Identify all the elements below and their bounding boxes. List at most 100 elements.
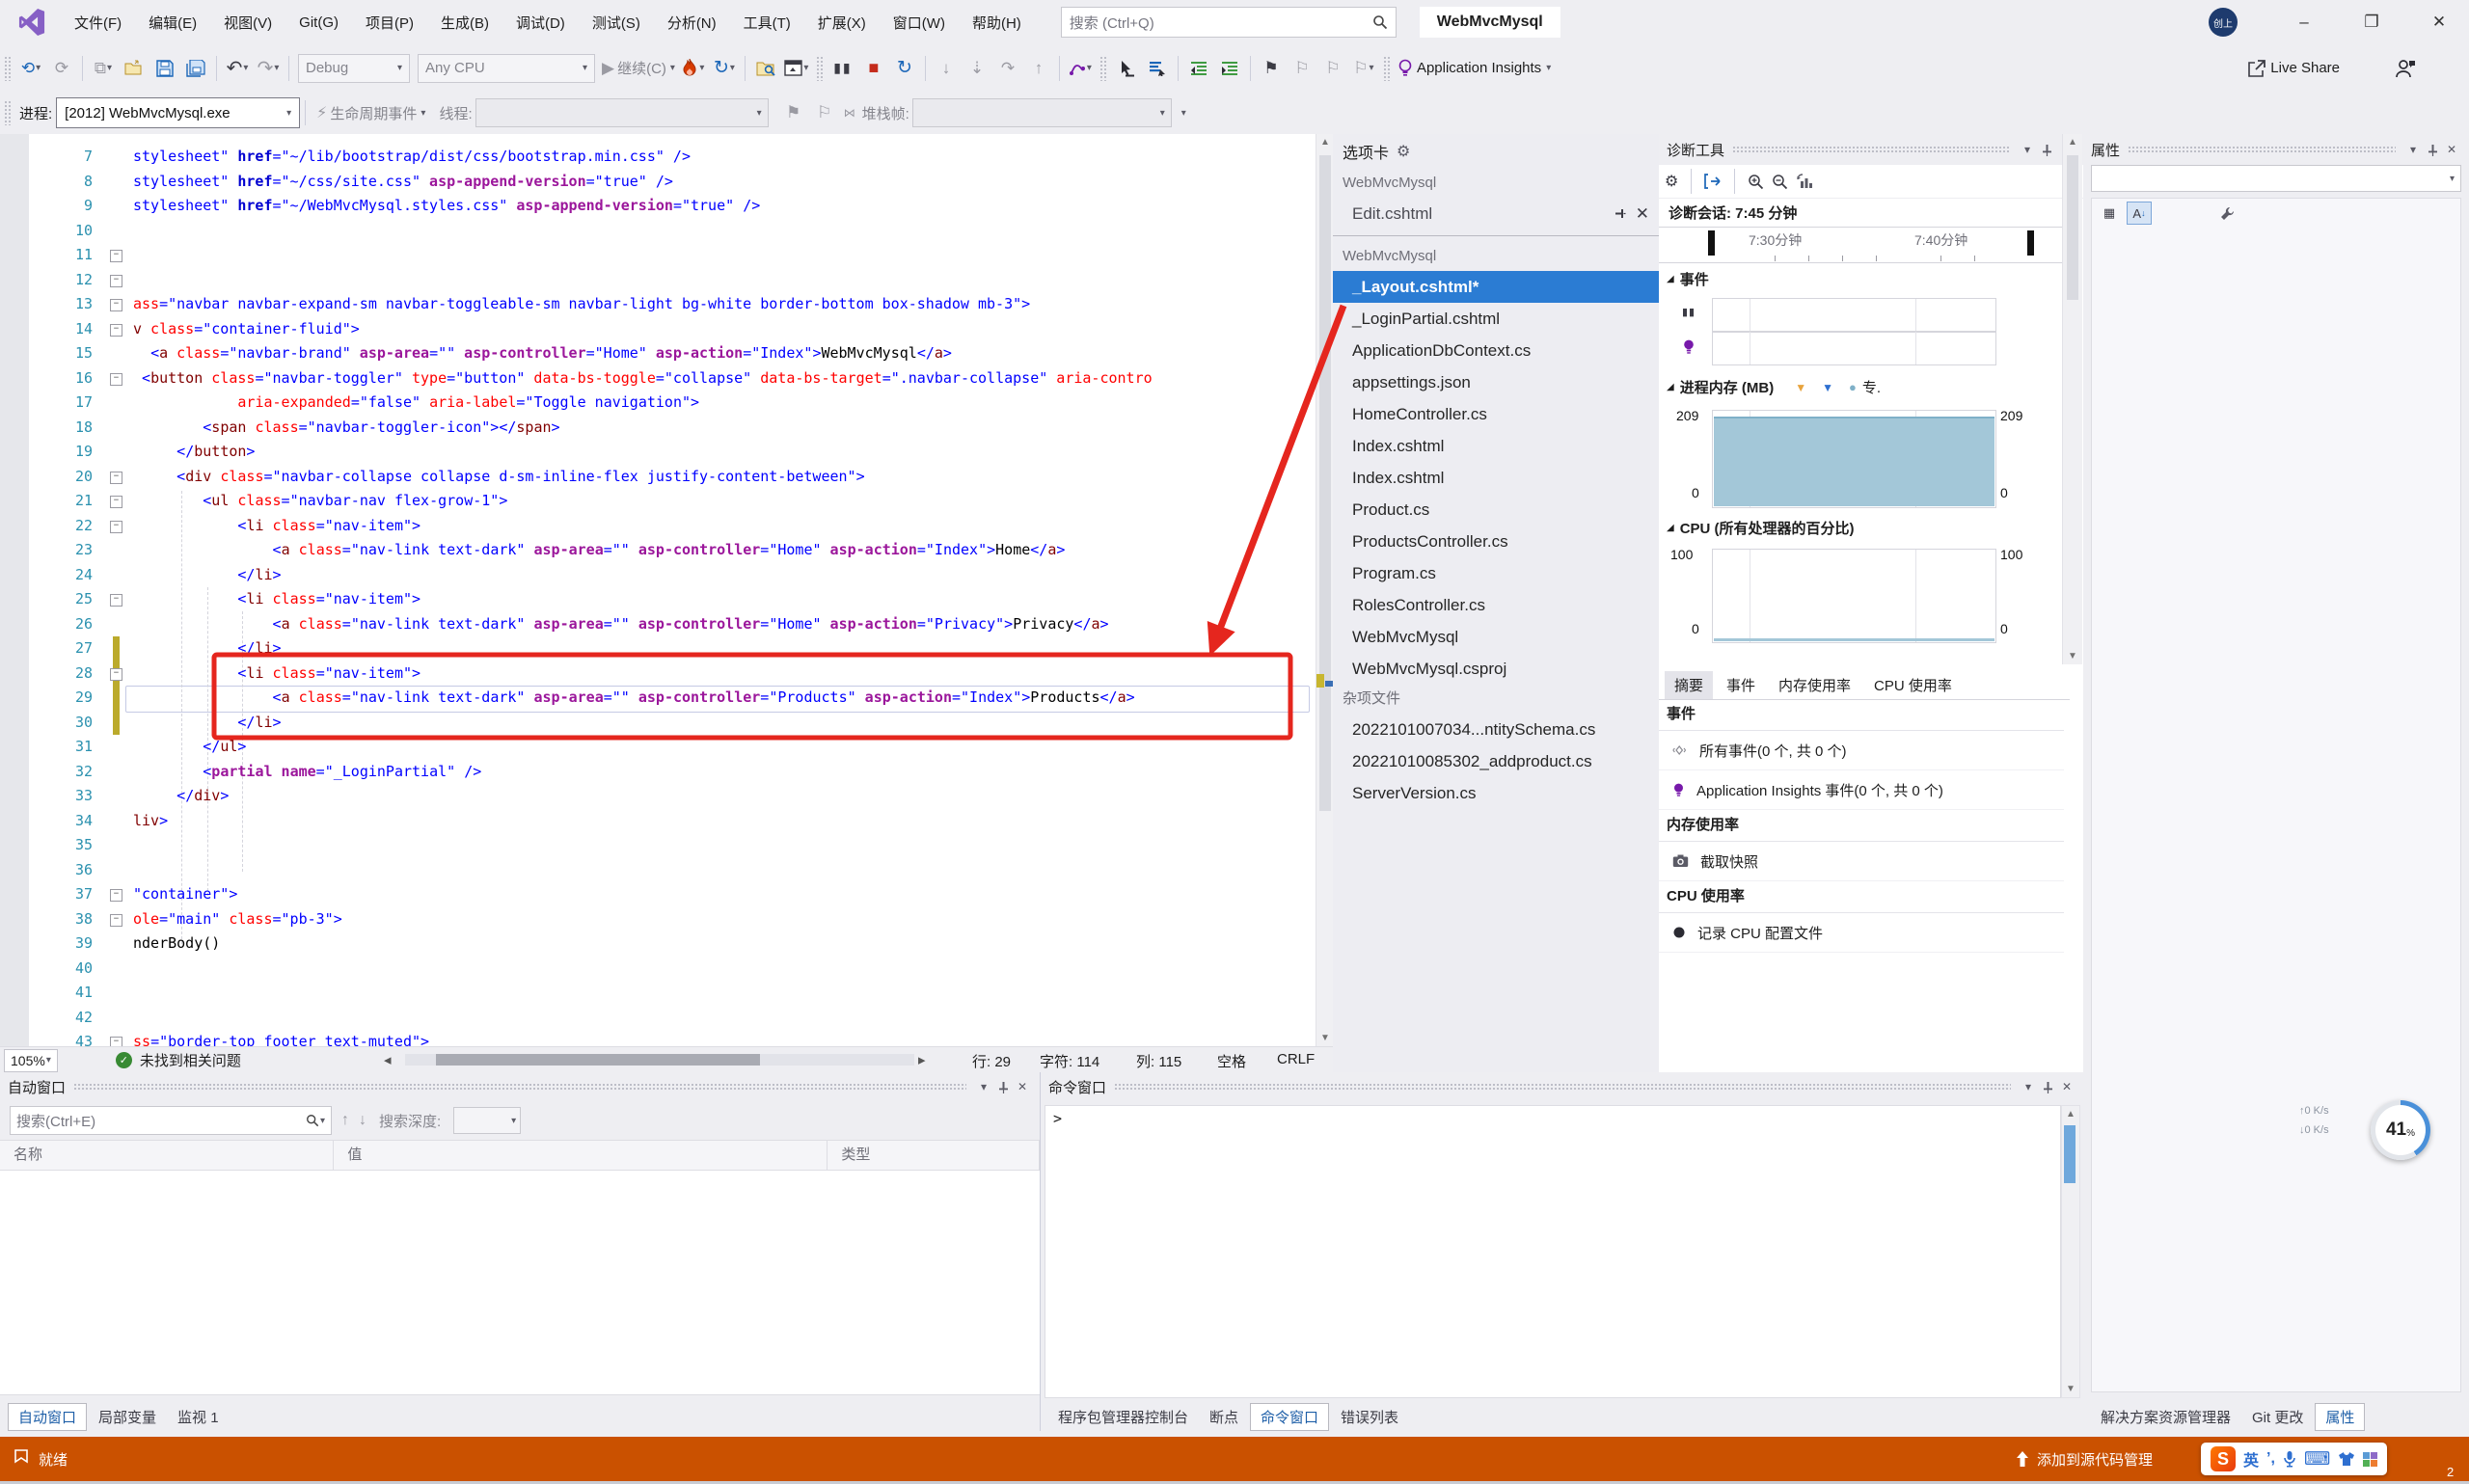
- close-icon[interactable]: ✕: [1013, 1077, 1032, 1096]
- document-tab[interactable]: ProductsController.cs: [1333, 526, 1659, 557]
- keyboard-icon[interactable]: ⌨: [2304, 1448, 2330, 1471]
- code-line[interactable]: 38−ole="main" class="pb-3">: [0, 907, 1333, 932]
- code-line[interactable]: 28−<li class="nav-item">: [0, 661, 1333, 687]
- cpu-chart[interactable]: [1712, 549, 1996, 643]
- close-button[interactable]: ✕: [2417, 0, 2461, 43]
- diagnostics-tab-0[interactable]: 摘要: [1665, 671, 1713, 699]
- diagnostics-tab-3[interactable]: CPU 使用率: [1864, 671, 1962, 699]
- tool-tab-1[interactable]: 断点: [1200, 1404, 1248, 1430]
- dock-tab-2[interactable]: 属性: [2315, 1403, 2365, 1431]
- code-line[interactable]: 11−: [0, 243, 1333, 268]
- window-menu-icon[interactable]: ▾: [2019, 1077, 2038, 1096]
- hot-reload-button[interactable]: ▾: [678, 54, 709, 83]
- memory-chart[interactable]: [1712, 410, 1996, 508]
- editor-zoom-combobox[interactable]: 105% ▾: [4, 1049, 58, 1072]
- code-line[interactable]: 25−<li class="nav-item">: [0, 587, 1333, 612]
- increase-indent-button[interactable]: [1214, 54, 1245, 83]
- document-tab[interactable]: Product.cs: [1333, 494, 1659, 526]
- toolbar-grip[interactable]: [4, 100, 12, 125]
- window-menu-icon[interactable]: ▾: [2018, 140, 2037, 159]
- application-insights-button[interactable]: Application Insights ▾: [1395, 54, 1554, 83]
- code-line[interactable]: 27</li>: [0, 636, 1333, 661]
- code-line[interactable]: 9stylesheet" href="~/WebMvcMysql.styles.…: [0, 194, 1333, 219]
- menu-item-s[interactable]: 测试(S): [580, 9, 653, 37]
- scroll-down-icon[interactable]: ▼: [2063, 648, 2082, 664]
- scroll-up-icon[interactable]: ▲: [1316, 134, 1334, 150]
- fold-collapse-icon[interactable]: −: [110, 668, 122, 681]
- menu-item-v[interactable]: 视图(V): [211, 9, 285, 37]
- document-tab[interactable]: WebMvcMysql.csproj: [1333, 653, 1659, 685]
- code-line[interactable]: 31</ul>: [0, 735, 1333, 760]
- categorized-view-icon[interactable]: ▦: [2098, 202, 2121, 224]
- code-line[interactable]: 21−<ul class="navbar-nav flex-grow-1">: [0, 489, 1333, 514]
- restore-button[interactable]: ❐: [2349, 0, 2394, 43]
- reset-view-icon[interactable]: [1796, 174, 1813, 189]
- horizontal-scrollbar-thumb[interactable]: [436, 1054, 760, 1066]
- add-to-source-control-button[interactable]: 添加到源代码管理: [2016, 1449, 2153, 1470]
- alphabetical-sort-icon[interactable]: A↓: [2127, 202, 2152, 225]
- next-bookmark-button[interactable]: ⚐: [1317, 54, 1348, 83]
- toolbar-grip[interactable]: [1099, 56, 1107, 81]
- code-line[interactable]: 17aria-expanded="false" aria-label="Togg…: [0, 391, 1333, 416]
- scroll-right-icon[interactable]: ▸: [918, 1051, 926, 1068]
- code-line[interactable]: 29<a class="nav-link text-dark" asp-area…: [0, 686, 1333, 711]
- navigate-forward-button[interactable]: ⟳: [46, 54, 77, 83]
- sogou-logo-icon[interactable]: S: [2211, 1446, 2236, 1471]
- toolbar-overflow-icon[interactable]: ▾: [1181, 108, 1186, 119]
- export-icon[interactable]: [1704, 174, 1722, 189]
- scroll-up-icon[interactable]: ▲: [2062, 1106, 2079, 1122]
- find-in-files-button[interactable]: [750, 54, 781, 83]
- feedback-button[interactable]: [2395, 58, 2416, 79]
- menu-item-e[interactable]: 编辑(E): [136, 9, 209, 37]
- diagnostics-tab-1[interactable]: 事件: [1717, 671, 1765, 699]
- pin-icon[interactable]: [2423, 140, 2442, 159]
- code-line[interactable]: 13−ass="navbar navbar-expand-sm navbar-t…: [0, 292, 1333, 317]
- document-tab[interactable]: ServerVersion.cs: [1333, 777, 1659, 809]
- toolbar-grip[interactable]: [816, 56, 824, 81]
- live-share-group[interactable]: Live Share: [2247, 59, 2344, 78]
- tool-tab-3[interactable]: 错误列表: [1331, 1404, 1408, 1430]
- dock-tab-1[interactable]: Git 更改: [2242, 1404, 2313, 1430]
- code-line[interactable]: 39nderBody(): [0, 931, 1333, 957]
- code-line[interactable]: 20−<div class="navbar-collapse collapse …: [0, 465, 1333, 490]
- scrollbar-thumb[interactable]: [2067, 155, 2078, 300]
- menu-item-h[interactable]: 帮助(H): [960, 9, 1034, 37]
- tool-tab-2[interactable]: 监视 1: [168, 1404, 229, 1430]
- document-tab[interactable]: _LoginPartial.cshtml: [1333, 303, 1659, 335]
- net-speed-ball[interactable]: 41%: [2371, 1100, 2430, 1160]
- fold-collapse-icon[interactable]: −: [110, 889, 122, 902]
- menu-item-w[interactable]: 窗口(W): [881, 9, 958, 37]
- process-combobox[interactable]: [2012] WebMvcMysql.exe ▾: [56, 97, 300, 128]
- tool-tab-0[interactable]: 自动窗口: [8, 1403, 87, 1431]
- syntax-visualizer-button[interactable]: ▾: [1065, 54, 1096, 83]
- zoom-out-icon[interactable]: [1772, 174, 1788, 190]
- solution-platform-combobox[interactable]: Any CPU▾: [418, 54, 595, 83]
- step-into-button[interactable]: ⇣: [962, 54, 992, 83]
- open-file-button[interactable]: [119, 54, 149, 83]
- account-avatar[interactable]: 创上: [2209, 8, 2238, 37]
- code-line[interactable]: 42: [0, 1006, 1333, 1031]
- flag-custom-button[interactable]: ⚐: [809, 98, 840, 127]
- quick-search-box[interactable]: 搜索 (Ctrl+Q): [1061, 7, 1397, 38]
- code-line[interactable]: 10: [0, 219, 1333, 244]
- autos-grid-body[interactable]: [0, 1171, 1040, 1395]
- column-header-1[interactable]: 值: [334, 1141, 828, 1170]
- code-line[interactable]: 15<a class="navbar-brand" asp-area="" as…: [0, 341, 1333, 366]
- save-all-button[interactable]: [180, 54, 211, 83]
- code-line[interactable]: 37−"container">: [0, 882, 1333, 907]
- arrow-down-icon[interactable]: ↓: [359, 1112, 366, 1129]
- scrollbar-thumb[interactable]: [2064, 1125, 2076, 1183]
- column-header-0[interactable]: 名称: [0, 1141, 334, 1170]
- command-scrollbar[interactable]: ▲ ▼: [2061, 1105, 2080, 1398]
- command-input-area[interactable]: >: [1045, 1105, 2061, 1398]
- code-line[interactable]: 7stylesheet" href="~/lib/bootstrap/dist/…: [0, 145, 1333, 170]
- code-line[interactable]: 14−v class="container-fluid">: [0, 317, 1333, 342]
- flag-threads-button[interactable]: ⚑: [778, 98, 809, 127]
- dock-tab-0[interactable]: 解决方案资源管理器: [2091, 1404, 2240, 1430]
- document-tab[interactable]: ApplicationDbContext.cs: [1333, 335, 1659, 366]
- code-line[interactable]: 35: [0, 833, 1333, 858]
- ime-language-toggle[interactable]: 英: [2243, 1447, 2259, 1471]
- solution-configuration-combobox[interactable]: Debug▾: [298, 54, 410, 83]
- fold-collapse-icon[interactable]: −: [110, 1037, 122, 1046]
- editor-lines[interactable]: 7stylesheet" href="~/lib/bootstrap/dist/…: [0, 145, 1333, 1046]
